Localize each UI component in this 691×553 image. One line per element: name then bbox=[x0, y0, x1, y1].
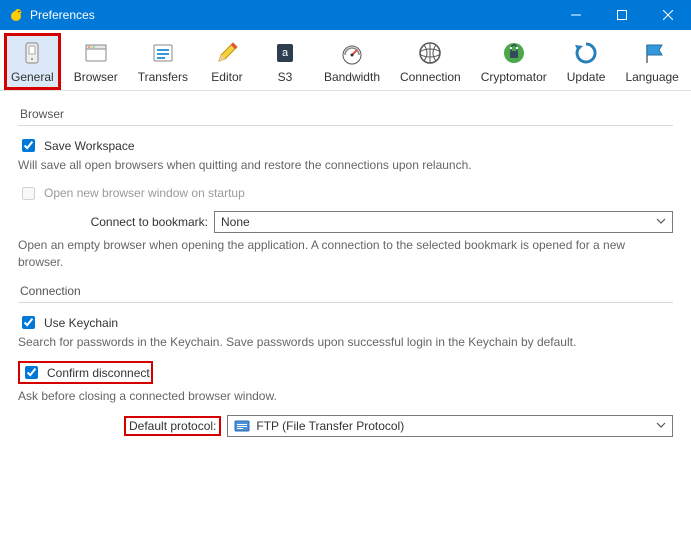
default-protocol-select[interactable]: FTP (File Transfer Protocol) bbox=[227, 415, 673, 437]
tab-cryptomator[interactable]: Cryptomator bbox=[474, 33, 554, 90]
chevron-down-icon bbox=[656, 215, 666, 229]
language-icon bbox=[637, 38, 667, 68]
chevron-down-icon bbox=[656, 419, 666, 433]
tab-label: Update bbox=[567, 70, 606, 84]
tab-s3[interactable]: a S3 bbox=[259, 33, 311, 90]
window-title: Preferences bbox=[30, 8, 553, 22]
save-workspace-input[interactable] bbox=[22, 139, 35, 152]
tab-label: Connection bbox=[400, 70, 461, 84]
tab-label: Editor bbox=[211, 70, 242, 84]
bandwidth-icon bbox=[337, 38, 367, 68]
tab-general[interactable]: General bbox=[4, 33, 61, 90]
tab-bandwidth[interactable]: Bandwidth bbox=[317, 33, 387, 90]
tab-browser[interactable]: Browser bbox=[67, 33, 125, 90]
confirm-disconnect-desc: Ask before closing a connected browser w… bbox=[18, 388, 673, 405]
connect-bookmark-label: Connect to bookmark: bbox=[18, 215, 208, 229]
tab-transfers[interactable]: Transfers bbox=[131, 33, 195, 90]
connect-bookmark-value: None bbox=[221, 215, 250, 229]
use-keychain-desc: Search for passwords in the Keychain. Sa… bbox=[18, 334, 673, 351]
confirm-disconnect-highlight: Confirm disconnect bbox=[18, 361, 153, 384]
window-controls bbox=[553, 0, 691, 30]
general-icon bbox=[17, 38, 47, 68]
group-connection-label: Connection bbox=[20, 284, 673, 298]
cryptomator-icon bbox=[499, 38, 529, 68]
open-new-window-label: Open new browser window on startup bbox=[44, 186, 245, 200]
use-keychain-checkbox[interactable]: Use Keychain bbox=[18, 313, 673, 332]
browser-icon bbox=[81, 38, 111, 68]
tab-label: Language bbox=[625, 70, 678, 84]
minimize-button[interactable] bbox=[553, 0, 599, 30]
default-protocol-label: Default protocol: bbox=[129, 419, 216, 433]
connect-bookmark-desc: Open an empty browser when opening the a… bbox=[18, 237, 673, 271]
connection-icon bbox=[415, 38, 445, 68]
svg-text:a: a bbox=[282, 47, 289, 59]
default-protocol-value: FTP (File Transfer Protocol) bbox=[256, 419, 404, 433]
editor-icon bbox=[212, 38, 242, 68]
open-new-window-checkbox: Open new browser window on startup bbox=[18, 184, 673, 203]
confirm-disconnect-input[interactable] bbox=[25, 366, 38, 379]
ftp-icon bbox=[234, 418, 250, 434]
confirm-disconnect-checkbox[interactable]: Confirm disconnect bbox=[21, 363, 150, 382]
tab-label: S3 bbox=[278, 70, 293, 84]
tab-language[interactable]: Language bbox=[618, 33, 685, 90]
use-keychain-label: Use Keychain bbox=[44, 316, 118, 330]
close-button[interactable] bbox=[645, 0, 691, 30]
tab-update[interactable]: Update bbox=[560, 33, 613, 90]
save-workspace-label: Save Workspace bbox=[44, 139, 135, 153]
app-icon bbox=[8, 7, 24, 23]
preferences-content: Browser Save Workspace Will save all ope… bbox=[0, 91, 691, 451]
default-protocol-highlight: Default protocol: bbox=[124, 416, 221, 436]
save-workspace-checkbox[interactable]: Save Workspace bbox=[18, 136, 673, 155]
confirm-disconnect-label: Confirm disconnect bbox=[47, 366, 150, 380]
tab-label: General bbox=[11, 70, 54, 84]
s3-icon: a bbox=[270, 38, 300, 68]
use-keychain-input[interactable] bbox=[22, 316, 35, 329]
preferences-toolbar: General Browser Transfers Editor a S3 Ba… bbox=[0, 30, 691, 91]
connect-bookmark-select[interactable]: None bbox=[214, 211, 673, 233]
tab-editor[interactable]: Editor bbox=[201, 33, 253, 90]
divider bbox=[18, 125, 673, 126]
open-new-window-input bbox=[22, 187, 35, 200]
titlebar: Preferences bbox=[0, 0, 691, 30]
tab-label: Cryptomator bbox=[481, 70, 547, 84]
tab-label: Transfers bbox=[138, 70, 188, 84]
tab-connection[interactable]: Connection bbox=[393, 33, 468, 90]
maximize-button[interactable] bbox=[599, 0, 645, 30]
save-workspace-desc: Will save all open browsers when quittin… bbox=[18, 157, 673, 174]
divider bbox=[18, 302, 673, 303]
group-browser-label: Browser bbox=[20, 107, 673, 121]
tab-label: Browser bbox=[74, 70, 118, 84]
transfers-icon bbox=[148, 38, 178, 68]
update-icon bbox=[571, 38, 601, 68]
tab-label: Bandwidth bbox=[324, 70, 380, 84]
